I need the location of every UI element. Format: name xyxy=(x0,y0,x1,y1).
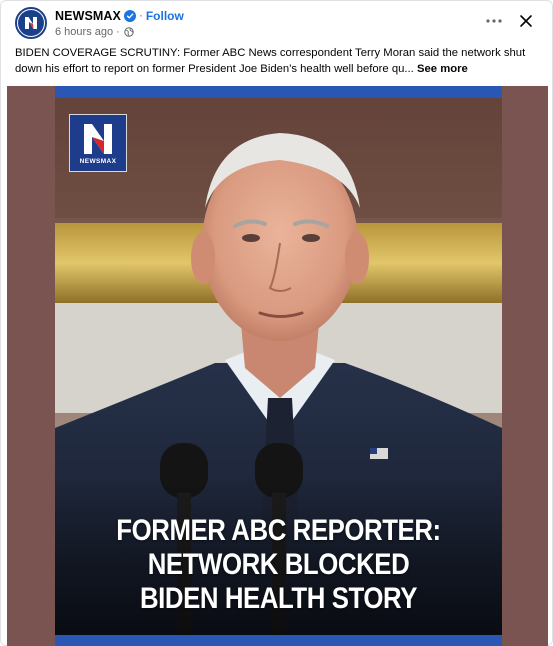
more-options-icon xyxy=(486,19,502,23)
post-media[interactable]: NEWSMAX FORMER ABC REPORTER: NETWORK BLO… xyxy=(7,86,548,646)
newsmax-logo-icon xyxy=(18,10,44,36)
headline-line: NETWORK BLOCKED xyxy=(147,548,410,581)
facebook-post: NEWSMAX · Follow 6 hours ago · BIDEN COV… xyxy=(0,0,553,646)
page-avatar[interactable] xyxy=(15,7,47,39)
more-options-button[interactable] xyxy=(484,11,504,31)
headline-line: FORMER ABC REPORTER: xyxy=(116,514,441,547)
newsmax-watermark-logo: NEWSMAX xyxy=(69,114,127,172)
post-caption: BIDEN COVERAGE SCRUTINY: Former ABC News… xyxy=(15,45,540,77)
verified-badge-icon xyxy=(123,9,136,22)
see-more-link[interactable]: See more xyxy=(417,63,468,75)
post-meta: 6 hours ago · xyxy=(55,25,134,38)
post-image[interactable]: NEWSMAX FORMER ABC REPORTER: NETWORK BLO… xyxy=(55,86,502,646)
headline-line: BIDEN HEALTH STORY xyxy=(139,582,418,615)
follow-button[interactable]: Follow xyxy=(146,9,184,23)
image-bottom-bar xyxy=(55,635,502,646)
post-header: NEWSMAX · Follow 6 hours ago · xyxy=(15,7,538,41)
page-name-row: NEWSMAX · Follow xyxy=(55,8,184,23)
watermark-text: NEWSMAX xyxy=(79,158,117,165)
separator-dot: · xyxy=(138,9,143,22)
close-icon xyxy=(520,15,532,27)
post-timestamp[interactable]: 6 hours ago xyxy=(55,26,113,38)
close-button[interactable] xyxy=(516,11,536,31)
image-top-bar xyxy=(55,86,502,98)
image-headline: FORMER ABC REPORTER: NETWORK BLOCKED BID… xyxy=(86,514,470,616)
newsmax-n-icon xyxy=(84,124,112,154)
page-name-link[interactable]: NEWSMAX xyxy=(55,9,121,23)
globe-icon xyxy=(124,26,134,37)
meta-separator-dot: · xyxy=(116,25,120,38)
